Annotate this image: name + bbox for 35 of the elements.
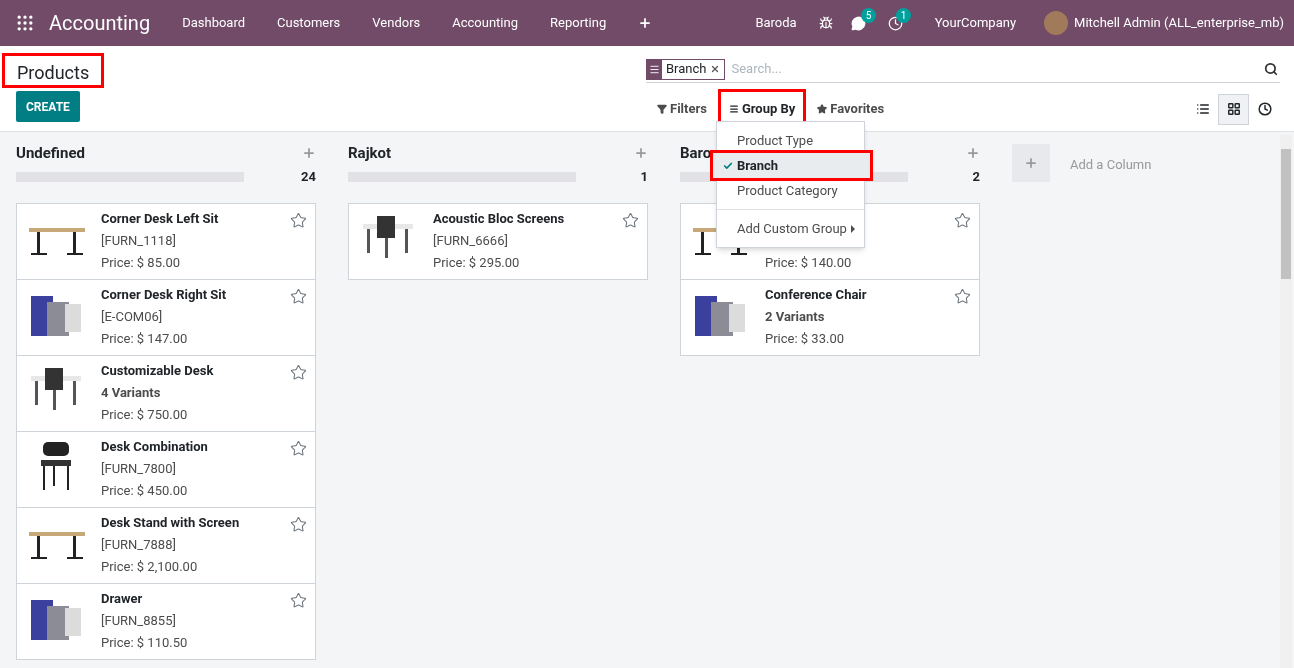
product-name: Drawer [101, 590, 144, 608]
product-name: Desk Combination [101, 438, 209, 456]
messages-count: 5 [860, 7, 877, 23]
product-detail: 2 Variants [765, 308, 826, 326]
activities-count: 1 [895, 7, 912, 23]
facet-label: Branch [665, 60, 708, 79]
product-detail: [FURN_7888] [101, 536, 177, 554]
record-count: 24 [301, 168, 316, 187]
product-price: Price: $ 33.00 [765, 330, 846, 348]
product-detail: [FURN_6666] [433, 232, 509, 250]
product-detail: [FURN_7800] [101, 460, 177, 478]
product-name: Corner Desk Right Sit [101, 286, 228, 304]
product-detail: 4 Variants [101, 384, 162, 402]
page-title: Products [2, 53, 105, 88]
product-detail: [E-COM06] [101, 308, 164, 326]
record-count: 2 [972, 168, 980, 187]
product-name: Desk Stand with Screen [101, 514, 241, 532]
product-name: Customizable Desk [101, 362, 215, 380]
product-price: Price: $ 140.00 [765, 254, 853, 272]
product-price: Price: $ 110.50 [101, 634, 189, 652]
product-price: Price: $ 450.00 [101, 482, 189, 500]
column-title: Undefined [16, 142, 85, 164]
column-title: Baro [680, 142, 712, 164]
product-name: Conference Chair [765, 286, 868, 304]
product-price: Price: $ 750.00 [101, 406, 189, 424]
product-price: Price: $ 295.00 [433, 254, 521, 272]
product-name: Corner Desk Left Sit [101, 210, 220, 228]
product-name: Acoustic Bloc Screens [433, 210, 566, 228]
product-detail: [FURN_1118] [101, 232, 177, 250]
column-title: Rajkot [348, 142, 392, 164]
product-price: Price: $ 147.00 [101, 330, 189, 348]
product-price: Price: $ 85.00 [101, 254, 182, 272]
product-price: Price: $ 2,100.00 [101, 558, 199, 576]
record-count: 1 [640, 168, 648, 187]
product-detail: [FURN_8855] [101, 612, 177, 630]
